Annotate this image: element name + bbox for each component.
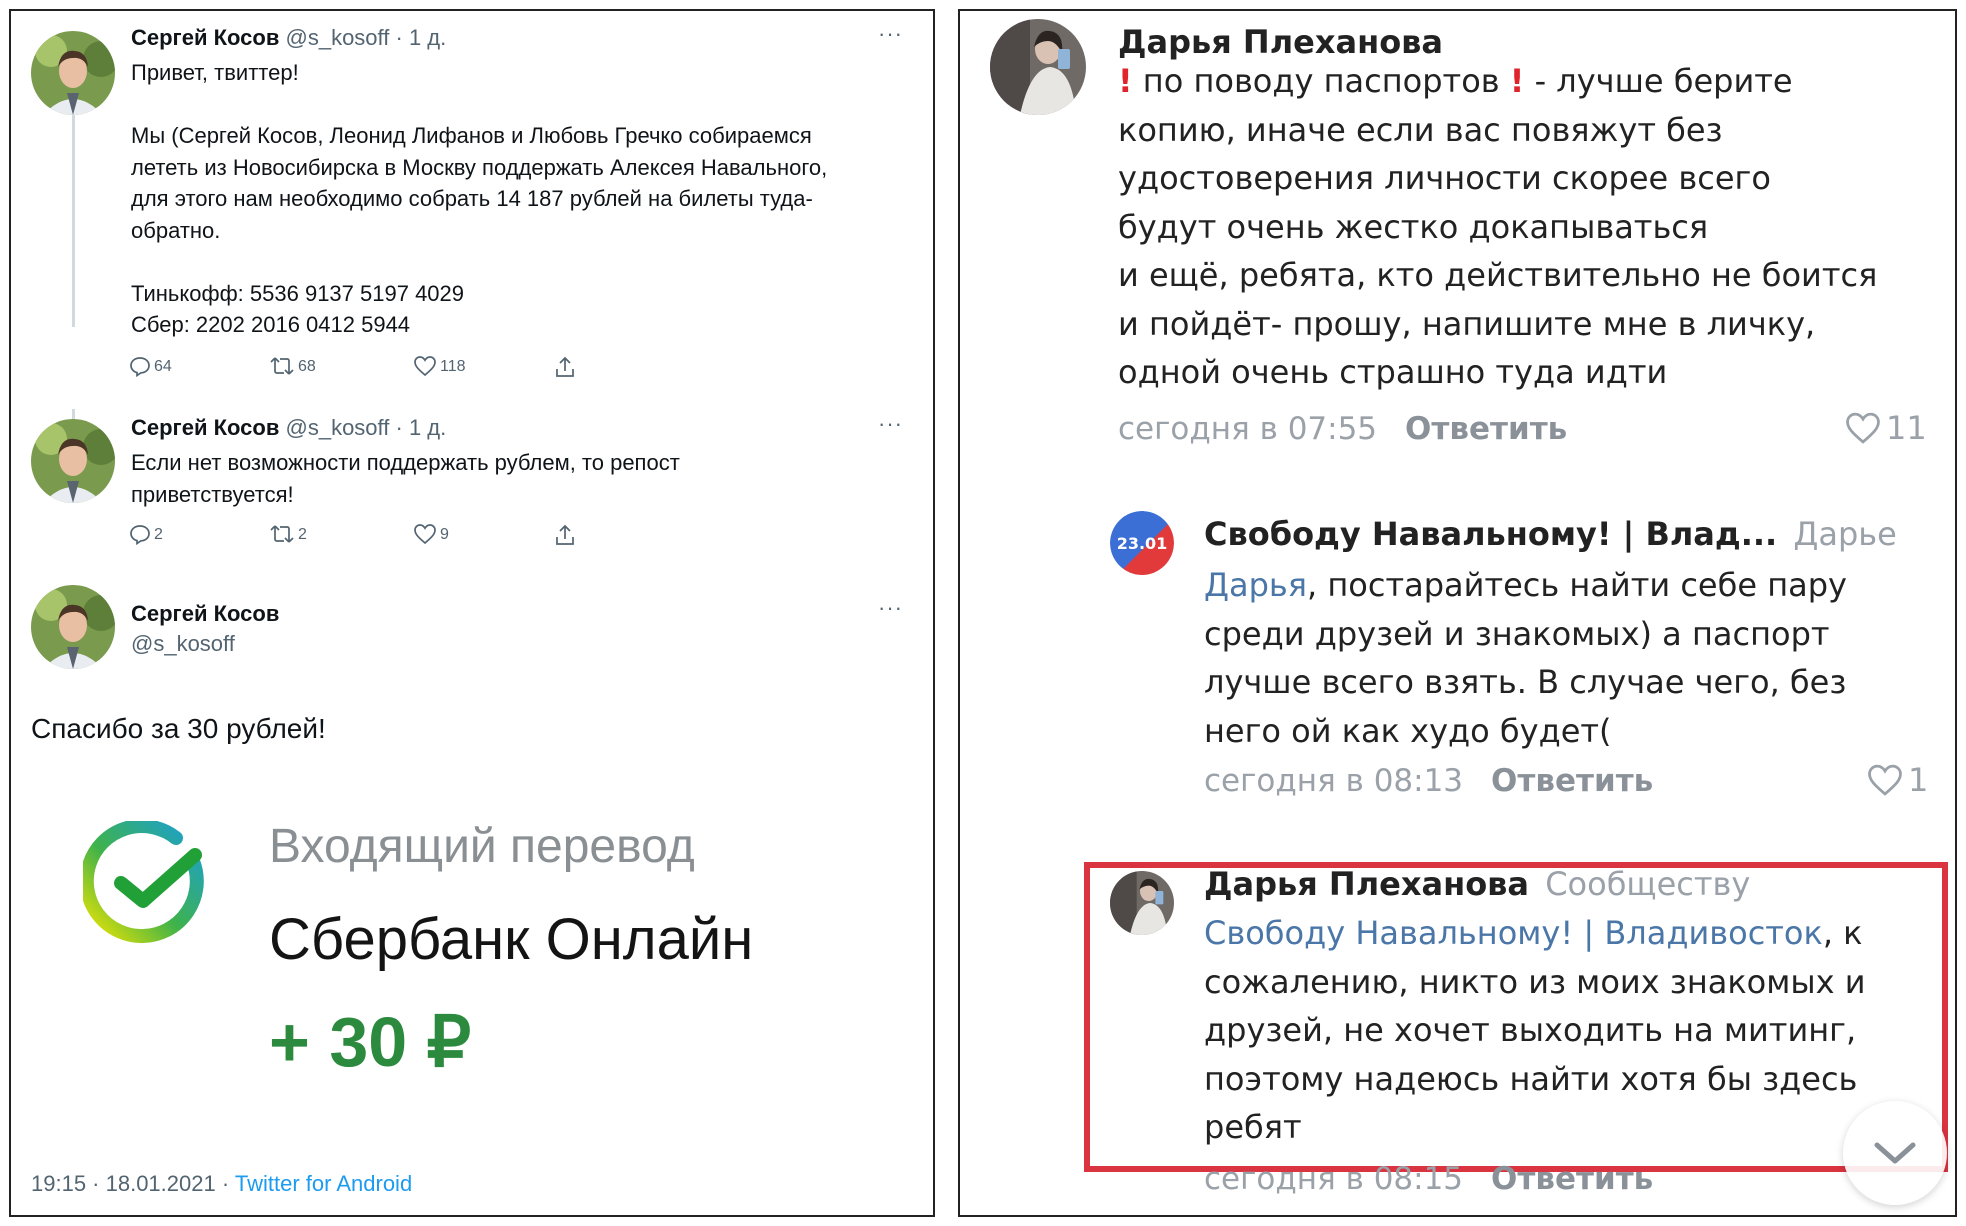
community-avatar-label: 23.01: [1117, 534, 1168, 553]
reply-count: 64: [154, 358, 172, 375]
reply-button[interactable]: Ответить: [1405, 411, 1567, 447]
like-count: 9: [440, 526, 449, 543]
mention-link[interactable]: Свободу Навальному! | Владивосток: [1204, 914, 1823, 952]
reply-to-label: Дарье: [1793, 515, 1897, 553]
comment-time[interactable]: сегодня в 08:13: [1204, 763, 1463, 799]
comment-meta: сегодня в 08:13 Ответить: [1204, 763, 1653, 799]
tweet-text: Если нет возможности поддержать рублем, …: [131, 450, 680, 507]
share-button[interactable]: [554, 523, 576, 547]
avatar[interactable]: [990, 19, 1086, 115]
comment-meta: сегодня в 08:15 Ответить: [1204, 1161, 1653, 1197]
author-handle[interactable]: @s_kosoff: [131, 631, 279, 657]
like-button[interactable]: 1: [1866, 761, 1928, 799]
scroll-down-button[interactable]: [1843, 1101, 1947, 1205]
twitter-panel: Сергей Косов @s_kosoff · 1 д. ··· Привет…: [9, 9, 935, 1217]
author-handle[interactable]: @s_kosoff: [286, 415, 390, 440]
like-count: 11: [1886, 409, 1927, 447]
avatar[interactable]: [31, 419, 115, 503]
share-icon: [556, 356, 574, 377]
comment-text: ! по поводу паспортов ! - лучше берите ко…: [1118, 57, 1877, 397]
reply-count: 2: [154, 526, 163, 543]
tweet-time[interactable]: · 1 д.: [396, 25, 447, 50]
chevron-down-icon: [1874, 1142, 1916, 1164]
tweet-text: Привет, твиттер! Мы (Сергей Косов, Леони…: [131, 60, 828, 337]
comment-text-part: , к: [1822, 914, 1863, 952]
more-icon[interactable]: ···: [878, 411, 903, 437]
exclamation-icon: !: [1509, 62, 1525, 100]
avatar[interactable]: [31, 585, 115, 669]
tweet-header: Сергей Косов @s_kosoff · 1 д.: [131, 415, 446, 441]
retweet-icon: [270, 525, 294, 543]
heart-icon: [1846, 412, 1880, 444]
comment-meta: сегодня в 07:55 Ответить: [1118, 411, 1567, 447]
comment-text-part: сожалению, никто из моих знакомых и друз…: [1204, 962, 1866, 1147]
community-avatar[interactable]: 23.01: [1110, 511, 1174, 575]
avatar[interactable]: [1110, 871, 1174, 935]
reply-icon: [130, 357, 150, 377]
tweet-footer: 19:15 · 18.01.2021 · Twitter for Android: [31, 1171, 412, 1197]
comment-text-part: среди друзей и знакомых) а паспорт лучше…: [1204, 614, 1847, 750]
author-name[interactable]: Сергей Косов: [131, 25, 279, 50]
reply-header: Дарья Плеханова Сообществу: [1204, 865, 1750, 903]
commenter-name[interactable]: Дарья Плеханова: [1204, 865, 1529, 903]
sberbank-logo: [79, 819, 213, 956]
comment-text-part: , постарайтесь найти себе пару: [1307, 566, 1847, 604]
comment-time[interactable]: сегодня в 08:15: [1204, 1161, 1463, 1197]
tweet-time[interactable]: · 1 д.: [396, 415, 447, 440]
reply-header: Свободу Навальному! | Влад... Дарье: [1204, 515, 1897, 553]
more-icon[interactable]: ···: [878, 595, 903, 621]
avatar[interactable]: [31, 31, 115, 115]
heart-icon: [414, 524, 436, 545]
tweet-actions: 64 68 118: [129, 355, 609, 383]
reply-to-label: Сообществу: [1545, 865, 1751, 903]
retweet-count: 2: [298, 526, 307, 543]
tweet-actions: 2 2 9: [129, 523, 609, 551]
tweet-source[interactable]: Twitter for Android: [235, 1171, 412, 1196]
author-name[interactable]: Сергей Косов: [131, 415, 279, 440]
comment-text-part: - лучше берите: [1524, 62, 1793, 100]
heart-icon: [414, 356, 436, 377]
like-button[interactable]: 11: [1844, 409, 1927, 447]
tweet-header: Сергей Косов @s_kosoff: [131, 601, 279, 657]
exclamation-icon: !: [1118, 62, 1133, 100]
author-handle[interactable]: @s_kosoff: [286, 25, 390, 50]
tweet-header: Сергей Косов @s_kosoff · 1 д.: [131, 25, 446, 51]
retweet-button[interactable]: 68: [269, 355, 316, 377]
reply-button[interactable]: Ответить: [1491, 763, 1653, 799]
transfer-title: Входящий перевод: [269, 820, 695, 873]
share-button[interactable]: [554, 355, 576, 379]
commenter-name[interactable]: Дарья Плеханова: [1118, 23, 1443, 61]
comment-text-part: копию, иначе если вас повяжут без удосто…: [1118, 110, 1878, 392]
like-count: 118: [440, 358, 466, 375]
reply-icon: [130, 525, 150, 545]
transfer-amount: + 30 ₽: [269, 1003, 472, 1081]
heart-icon: [1868, 764, 1902, 796]
like-button[interactable]: 118: [413, 355, 466, 377]
author-name[interactable]: Сергей Косов: [131, 601, 279, 627]
reply-button[interactable]: Ответить: [1491, 1161, 1653, 1197]
vk-comments-panel: Дарья Плеханова ! по поводу паспортов ! …: [958, 9, 1957, 1217]
reply-button[interactable]: 64: [129, 355, 172, 377]
retweet-count: 68: [298, 358, 316, 375]
tweet-text: Спасибо за 30 рублей!: [31, 713, 326, 744]
retweet-icon: [270, 357, 294, 375]
tweet-datetime[interactable]: 19:15 · 18.01.2021 ·: [31, 1171, 235, 1196]
comment-time[interactable]: сегодня в 07:55: [1118, 411, 1377, 447]
share-icon: [556, 524, 574, 545]
comment-text-part: по поводу паспортов: [1132, 62, 1510, 100]
mention-link[interactable]: Дарья: [1204, 566, 1307, 604]
retweet-button[interactable]: 2: [269, 523, 307, 545]
comment-text: Свободу Навальному! | Владивосток, к сожа…: [1204, 909, 1866, 1152]
commenter-name[interactable]: Свободу Навальному! | Влад...: [1204, 515, 1777, 553]
thread-line: [72, 99, 75, 327]
more-icon[interactable]: ···: [878, 21, 903, 47]
reply-button[interactable]: 2: [129, 523, 163, 545]
like-button[interactable]: 9: [413, 523, 449, 545]
like-count: 1: [1908, 761, 1929, 799]
comment-text: Дарья, постарайтесь найти себе пару среди…: [1204, 561, 1847, 755]
bank-name: Сбербанк Онлайн: [269, 907, 754, 972]
